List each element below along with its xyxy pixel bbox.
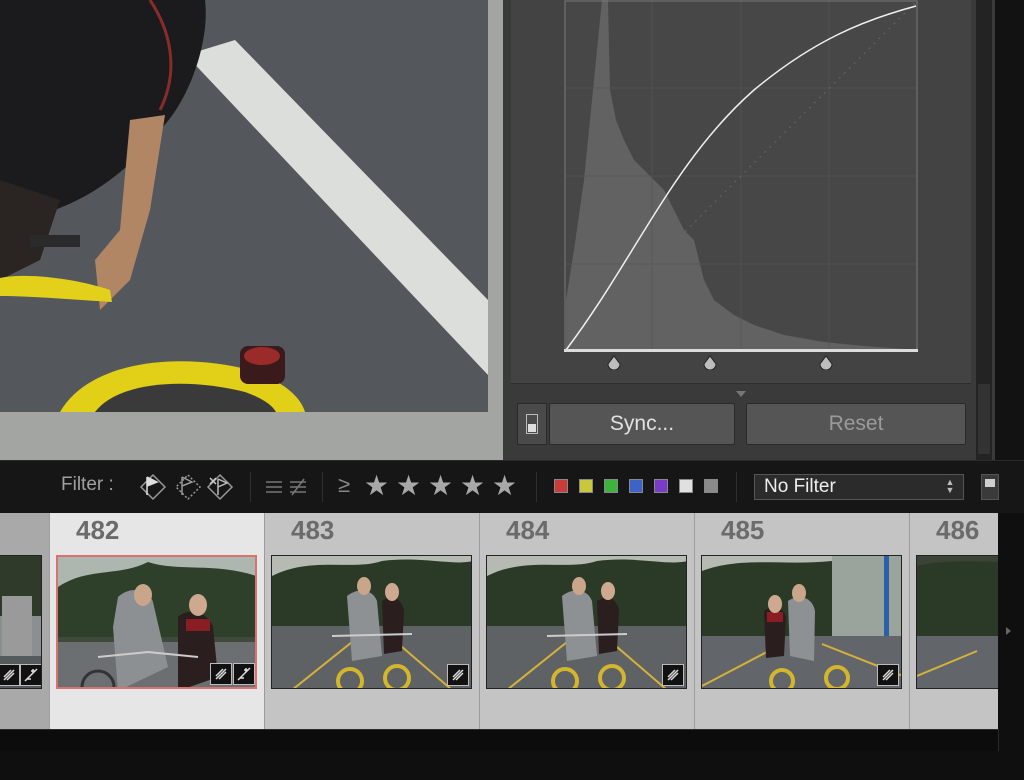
color-label-swatch-5[interactable] bbox=[654, 479, 668, 493]
filter-label: Filter : bbox=[61, 474, 114, 495]
select-arrows-icon: ▲ ▼ bbox=[945, 477, 955, 495]
filmstrip-cell[interactable]: 485 bbox=[695, 513, 910, 729]
metadata-badge-icon bbox=[662, 664, 684, 686]
sync-button-label: Sync... bbox=[609, 412, 675, 435]
flagged-filter-icon[interactable] bbox=[138, 473, 168, 501]
filmstrip-cell[interactable] bbox=[0, 513, 50, 729]
star-5-icon[interactable]: ★ bbox=[492, 470, 517, 502]
rejected-filter-icon[interactable] bbox=[205, 473, 235, 501]
color-label-swatch-2[interactable] bbox=[579, 479, 593, 493]
metadata-badge-icon bbox=[877, 664, 899, 686]
cell-number: 484 bbox=[506, 515, 550, 545]
color-label-swatch-4[interactable] bbox=[629, 479, 643, 493]
star-2-icon[interactable]: ★ bbox=[396, 470, 421, 502]
tone-curve-svg bbox=[564, 0, 918, 371]
star-1-icon[interactable]: ★ bbox=[364, 470, 389, 502]
star-3-icon[interactable]: ★ bbox=[428, 470, 453, 502]
filter-preset-select[interactable]: No Filter ▲ ▼ bbox=[754, 474, 964, 500]
reset-button[interactable]: Reset bbox=[746, 403, 966, 445]
filmstrip-cell[interactable]: 484 bbox=[480, 513, 695, 729]
develop-adjusted-badge-icon bbox=[233, 663, 255, 685]
filter-preset-value: No Filter bbox=[764, 476, 836, 497]
filmstrip-cell-selected[interactable]: 482 bbox=[50, 513, 265, 729]
metadata-badge-icon bbox=[0, 664, 20, 686]
metadata-badge-icon bbox=[210, 663, 232, 685]
filmstrip-bottom-bar bbox=[0, 729, 999, 751]
filter-separator bbox=[250, 472, 251, 502]
curve-split-handle-mid bbox=[703, 355, 717, 371]
color-label-swatch-1[interactable] bbox=[554, 479, 568, 493]
color-label-swatch-7[interactable] bbox=[704, 479, 718, 493]
thumbnail[interactable] bbox=[701, 555, 902, 689]
reset-button-label: Reset bbox=[828, 412, 884, 435]
filmstrip-cell[interactable]: 483 bbox=[265, 513, 480, 729]
thumbnail[interactable] bbox=[56, 555, 257, 689]
sync-button[interactable]: Sync... bbox=[549, 403, 735, 445]
color-label-swatch-3[interactable] bbox=[604, 479, 618, 493]
cell-number: 483 bbox=[291, 515, 335, 545]
panel-scrollbar-thumb[interactable] bbox=[978, 384, 990, 454]
thumbnail[interactable] bbox=[486, 555, 687, 689]
edit-status-filter-icon[interactable] bbox=[264, 477, 310, 497]
curve-split-handle-left bbox=[607, 355, 621, 371]
thumbnail[interactable] bbox=[916, 555, 998, 689]
thumbnail[interactable] bbox=[0, 555, 42, 689]
panel-collapse-arrow-icon[interactable] bbox=[736, 391, 746, 397]
sync-mode-toggle[interactable] bbox=[517, 403, 547, 445]
filmstrip-scroll-right-icon[interactable] bbox=[1006, 627, 1011, 635]
filter-separator bbox=[736, 472, 737, 502]
preview-image bbox=[0, 0, 488, 412]
metadata-badge-icon bbox=[447, 664, 469, 686]
filmstrip: 482 483 484 485 486 bbox=[0, 513, 998, 729]
develop-adjusted-badge-icon bbox=[20, 664, 41, 686]
unflagged-filter-icon[interactable] bbox=[173, 473, 203, 501]
filter-separator bbox=[322, 472, 323, 502]
panel-edge bbox=[995, 0, 1024, 460]
cell-number: 486 bbox=[936, 515, 980, 545]
curve-split-handle-right bbox=[819, 355, 833, 371]
rating-operator[interactable]: ≥ bbox=[338, 472, 350, 498]
filter-separator bbox=[536, 472, 537, 502]
cell-number: 482 bbox=[76, 515, 120, 545]
photo-preview[interactable] bbox=[0, 0, 488, 412]
cell-number: 485 bbox=[721, 515, 765, 545]
thumbnail[interactable] bbox=[271, 555, 472, 689]
filmstrip-cell[interactable]: 486 bbox=[910, 513, 998, 729]
filter-lock-icon[interactable] bbox=[981, 474, 999, 500]
star-4-icon[interactable]: ★ bbox=[460, 470, 485, 502]
color-label-swatch-6[interactable] bbox=[679, 479, 693, 493]
tone-curve-graph[interactable] bbox=[564, 0, 918, 371]
